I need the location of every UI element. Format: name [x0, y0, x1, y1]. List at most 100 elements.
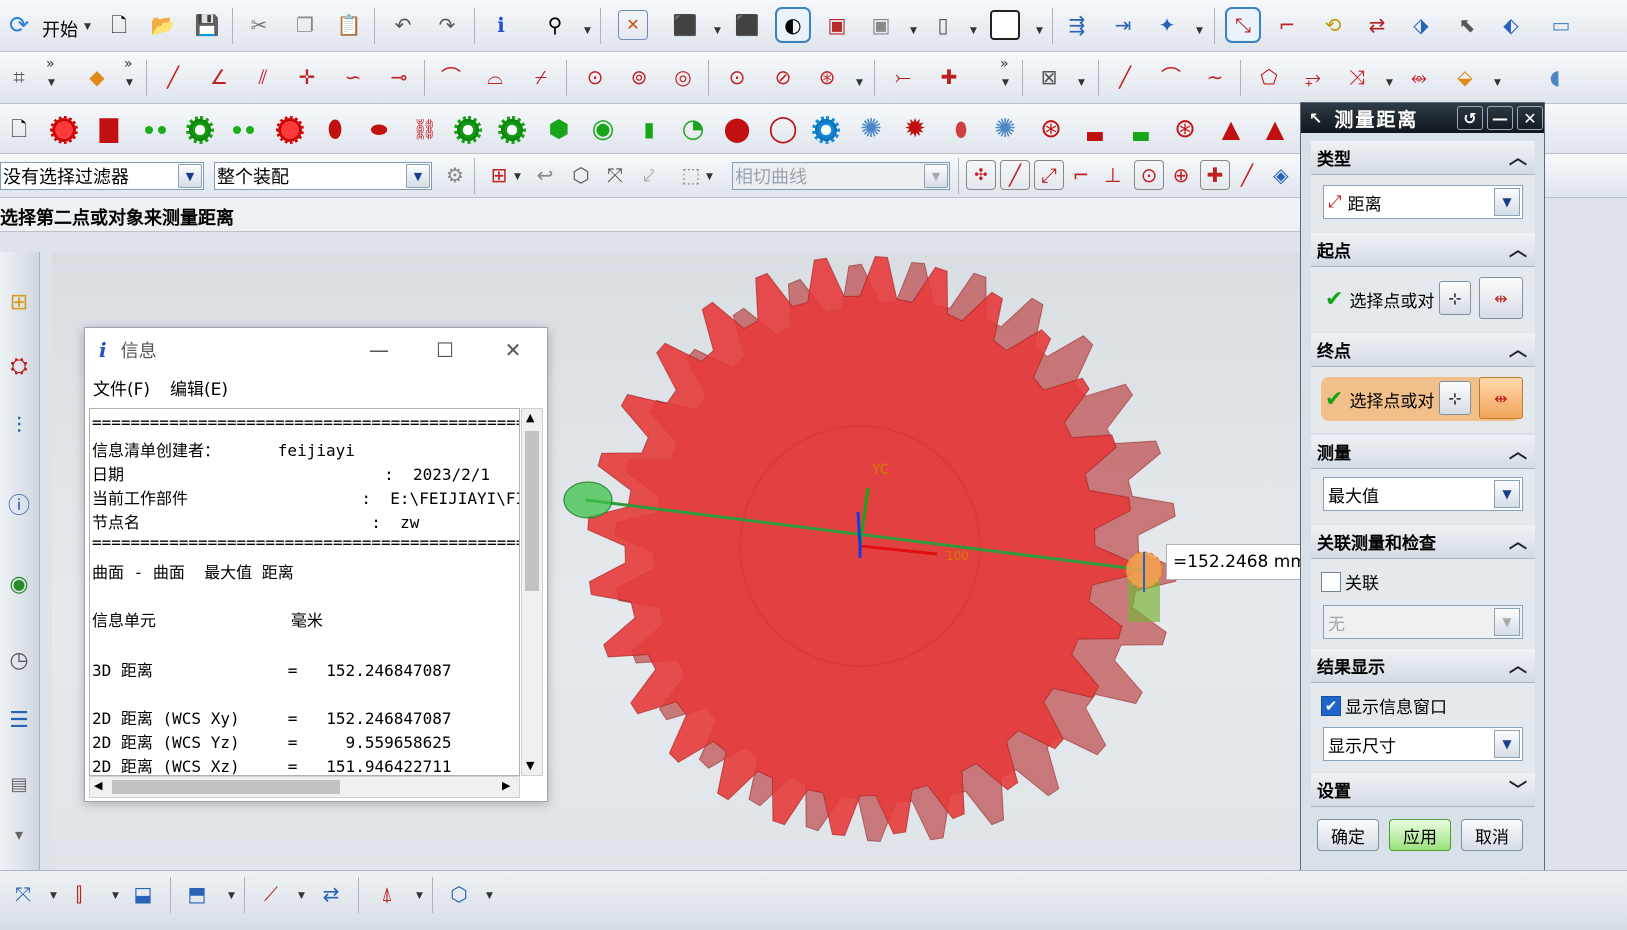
- info-horizontal-scrollbar[interactable]: ◀ ▶: [89, 776, 520, 798]
- move-component-icon[interactable]: ⇥: [1108, 10, 1138, 40]
- arc-tangent-icon[interactable]: ⌓: [480, 62, 510, 92]
- extract-dropdown-icon[interactable]: ▼: [1494, 78, 1501, 88]
- new-file-icon[interactable]: 🗋: [104, 10, 134, 40]
- scroll-left-icon[interactable]: ◀: [94, 779, 102, 792]
- intersect-dropdown-icon[interactable]: ▼: [1386, 78, 1393, 88]
- intersect-curve-icon[interactable]: ⤨: [1342, 62, 1372, 92]
- snap-line-icon[interactable]: ╱: [1000, 160, 1030, 190]
- extract-curve-icon[interactable]: ⬙: [1450, 62, 1480, 92]
- trim-dropdown-icon[interactable]: ▼: [1002, 78, 1009, 88]
- line-angle-icon[interactable]: ∠: [204, 62, 234, 92]
- datum-dropdown-icon[interactable]: ▼: [416, 891, 423, 901]
- chevron-down-icon[interactable]: ▼: [178, 164, 202, 188]
- wireframe-icon[interactable]: ▣: [822, 10, 852, 40]
- gear-dual-icon[interactable]: ✹: [900, 114, 930, 144]
- chevron-down-icon[interactable]: ▼: [1494, 608, 1520, 636]
- dialog-titlebar[interactable]: ↖ 测量距离 ↺ — ✕: [1301, 103, 1544, 133]
- measure-distance-dialog[interactable]: ↖ 测量距离 ↺ — ✕ 类型 ︿ ⤢ 距离 ▼ 起点 ︿ ✔ 选择点或对 ⊹ …: [1300, 102, 1545, 882]
- divide-curve-icon[interactable]: ✚: [934, 62, 964, 92]
- edit-feature-dropdown-icon[interactable]: ▼: [50, 891, 57, 901]
- show-info-window-checkbox[interactable]: ✔: [1321, 695, 1341, 716]
- close-button[interactable]: ✕: [495, 336, 531, 364]
- scroll-thumb[interactable]: [525, 431, 539, 591]
- gear-cylinder-icon[interactable]: ⬮: [320, 114, 350, 144]
- measure-tool-icon[interactable]: ⇄: [316, 879, 346, 909]
- gear-wheel-2-icon[interactable]: ⊛: [1170, 114, 1200, 144]
- wcs-save-icon[interactable]: ⬗: [1406, 10, 1436, 40]
- section-measure-header[interactable]: 测量 ︿: [1311, 435, 1535, 469]
- wcs-origin-icon[interactable]: ⌐: [1272, 10, 1302, 40]
- chevron-up-icon[interactable]: ︿: [1505, 652, 1531, 678]
- point-on-circle-icon[interactable]: ⊙: [722, 62, 752, 92]
- dialog-reset-icon[interactable]: ↺: [1457, 106, 1483, 130]
- project-curve-icon[interactable]: ⥅: [1298, 62, 1328, 92]
- offset-curve-icon[interactable]: ⊠: [1034, 62, 1064, 92]
- new-part-icon[interactable]: 🗋: [4, 114, 34, 144]
- inferred-point-button[interactable]: ⇹: [1479, 377, 1523, 419]
- dialog-close-icon[interactable]: ✕: [1517, 106, 1543, 130]
- scroll-thumb[interactable]: [112, 780, 340, 794]
- gear-key-icon[interactable]: ▮: [634, 114, 664, 144]
- dialog-pin-icon[interactable]: ↖: [1309, 109, 1322, 128]
- sketch-constraint-dropdown-icon[interactable]: ▼: [298, 891, 305, 901]
- view-orient-dropdown-icon[interactable]: ▼: [714, 26, 721, 36]
- menu-file[interactable]: 文件(F): [93, 375, 150, 400]
- gear-profile-2-icon[interactable]: ▃: [1126, 114, 1156, 144]
- chevron-down-icon[interactable]: ▼: [924, 164, 948, 188]
- snap-point-icon[interactable]: ✦: [1152, 10, 1182, 40]
- start-point-marker[interactable]: [563, 481, 613, 519]
- part-navigator-icon[interactable]: ⫶: [3, 410, 35, 442]
- analysis-binoculars-icon[interactable]: ⚲: [540, 10, 570, 40]
- circle-tangent-icon[interactable]: ⊚: [624, 62, 654, 92]
- chevron-up-icon[interactable]: ︿: [1505, 336, 1531, 362]
- section-assoc-header[interactable]: 关联测量和检查 ︿: [1311, 525, 1535, 559]
- section-end-header[interactable]: 终点 ︿: [1311, 333, 1535, 367]
- gear-tooth-icon[interactable]: ▲: [1216, 114, 1246, 144]
- paste-icon[interactable]: 📋: [334, 10, 364, 40]
- dimension-icon[interactable]: ⫿: [64, 879, 94, 909]
- render-style-icon[interactable]: ◐: [775, 7, 811, 43]
- section-start-header[interactable]: 起点 ︿: [1311, 233, 1535, 267]
- spline-icon[interactable]: ∼: [1200, 62, 1230, 92]
- type-dropdown[interactable]: ⤢ 距离 ▼: [1323, 185, 1523, 219]
- line-icon[interactable]: ╱: [158, 62, 188, 92]
- select-body-icon[interactable]: ⬡: [566, 160, 596, 190]
- wrap-curve-icon[interactable]: ⥈: [1404, 62, 1434, 92]
- bevel-gear-icon[interactable]: ⬬: [364, 114, 394, 144]
- menu-edit[interactable]: 编辑(E): [170, 375, 228, 400]
- web-browser-icon[interactable]: ◉: [3, 568, 35, 600]
- circle-radius-icon[interactable]: ⊘: [768, 62, 798, 92]
- gear-hub-icon[interactable]: ◉: [588, 114, 618, 144]
- assembly-navigator-icon[interactable]: ⊞: [3, 286, 35, 318]
- start-menu-icon[interactable]: ⟳: [4, 10, 34, 40]
- sketch-dropdown-icon[interactable]: ▼: [48, 78, 55, 88]
- basic-arc-icon[interactable]: ⌒: [1156, 62, 1186, 92]
- save-icon[interactable]: 💾: [192, 10, 222, 40]
- wcs-display-icon[interactable]: ⬉: [1452, 10, 1482, 40]
- rectangle-select-icon[interactable]: ⬚: [676, 160, 706, 190]
- arc-point-icon[interactable]: ⌿: [526, 62, 556, 92]
- pattern-icon[interactable]: ⬡: [444, 879, 474, 909]
- feature-block-icon[interactable]: ◆: [82, 62, 112, 92]
- spline-gear-icon[interactable]: [812, 116, 840, 144]
- gear-train-icon[interactable]: [498, 116, 526, 144]
- planetary-gear-icon[interactable]: [454, 116, 482, 144]
- associative-checkbox[interactable]: [1321, 571, 1341, 592]
- gear-mesh-icon[interactable]: [228, 120, 258, 140]
- undo-icon[interactable]: ↶: [388, 10, 418, 40]
- associative-checkbox-row[interactable]: 关联: [1311, 569, 1379, 594]
- display-option-dropdown[interactable]: 显示尺寸 ▼: [1323, 727, 1523, 761]
- worm-gear-icon[interactable]: ⬤: [722, 114, 752, 144]
- shaft-icon[interactable]: ⬢: [544, 114, 574, 144]
- circle-center-icon[interactable]: ⊙: [580, 62, 610, 92]
- chevron-down-icon[interactable]: ▼: [406, 164, 430, 188]
- rack-gear-icon[interactable]: ▇: [94, 114, 124, 144]
- gear-pin-icon[interactable]: ⬮: [946, 114, 976, 144]
- section-result-header[interactable]: 结果显示 ︿: [1311, 649, 1535, 683]
- open-folder-icon[interactable]: 📂: [148, 10, 178, 40]
- layer-settings-icon[interactable]: ▯: [928, 10, 958, 40]
- move-object-icon[interactable]: ⇶: [1062, 10, 1092, 40]
- toolbar-more-icon[interactable]: ▭: [1546, 10, 1576, 40]
- gear-sector-icon[interactable]: ◔: [678, 114, 708, 144]
- snap-intersection-icon[interactable]: ⊥: [1098, 160, 1128, 190]
